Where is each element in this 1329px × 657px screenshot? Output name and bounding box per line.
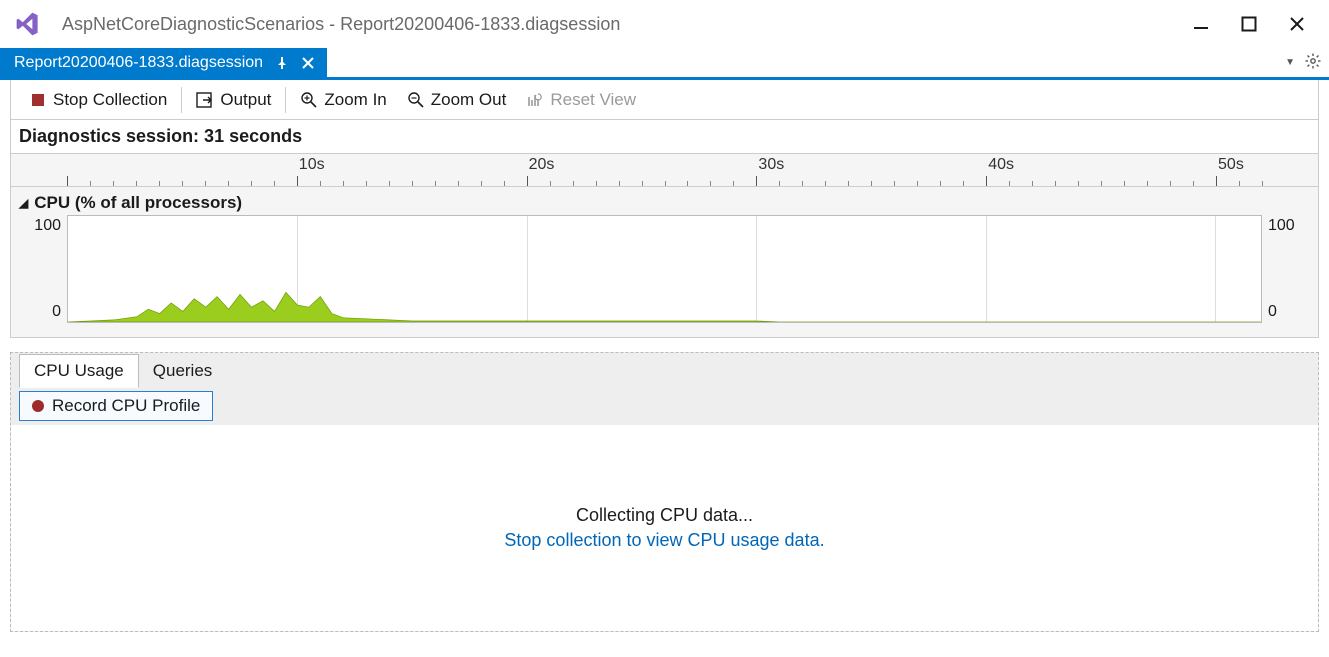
zoom-out-button[interactable]: Zoom Out [397, 86, 517, 114]
zoom-out-icon [407, 91, 425, 109]
window-titlebar: AspNetCoreDiagnosticScenarios - Report20… [0, 0, 1329, 48]
cpu-chart-plot[interactable] [67, 215, 1262, 323]
y-axis-max: 100 [34, 217, 61, 235]
tab-cpu-usage[interactable]: CPU Usage [19, 354, 139, 388]
tab-row-tools: ▼ [1285, 48, 1329, 77]
record-icon [32, 400, 44, 412]
record-bar: Record CPU Profile [11, 387, 1318, 425]
document-tab-row: Report20200406-1833.diagsession ▼ [0, 48, 1329, 80]
minimize-button[interactable] [1191, 14, 1211, 34]
zoom-in-label: Zoom In [324, 90, 386, 110]
output-button[interactable]: Output [186, 86, 281, 114]
ruler-label: 10s [299, 156, 325, 174]
window-title: AspNetCoreDiagnosticScenarios - Report20… [62, 14, 1191, 35]
profiler-toolbar: Stop Collection Output Zoom In Zoom Out … [10, 80, 1319, 120]
document-tab[interactable]: Report20200406-1833.diagsession [0, 48, 327, 77]
record-cpu-profile-button[interactable]: Record CPU Profile [19, 391, 213, 421]
close-button[interactable] [1287, 14, 1307, 34]
output-label: Output [220, 90, 271, 110]
session-duration-label: Diagnostics session: 31 seconds [10, 120, 1319, 153]
document-tab-label: Report20200406-1833.diagsession [14, 54, 263, 72]
reset-view-label: Reset View [550, 90, 636, 110]
timeline-ruler[interactable]: 10s 20s 30s 40s 50s [10, 153, 1319, 187]
details-panel: CPU Usage Queries Record CPU Profile Col… [10, 352, 1319, 632]
zoom-in-button[interactable]: Zoom In [290, 86, 396, 114]
ruler-label: 20s [529, 156, 555, 174]
zoom-in-icon [300, 91, 318, 109]
visual-studio-icon [14, 9, 44, 39]
cpu-usage-content: Collecting CPU data... Stop collection t… [11, 425, 1318, 631]
cpu-chart-panel: ◢ CPU (% of all processors) 100 0 100 0 [10, 187, 1319, 338]
collecting-status-text: Collecting CPU data... [576, 505, 753, 526]
toolbar-separator [285, 87, 286, 113]
tab-settings-icon[interactable] [1305, 53, 1321, 72]
tab-overflow-icon[interactable]: ▼ [1285, 57, 1295, 68]
ruler-label: 50s [1218, 156, 1244, 174]
y-axis-right: 100 0 [1262, 215, 1310, 323]
cpu-chart-header[interactable]: ◢ CPU (% of all processors) [11, 193, 1318, 213]
output-icon [196, 91, 214, 109]
toolbar-separator [181, 87, 182, 113]
zoom-out-label: Zoom Out [431, 90, 507, 110]
stop-collection-link[interactable]: Stop collection to view CPU usage data. [504, 530, 824, 551]
y-axis-min: 0 [52, 303, 61, 321]
collapse-icon: ◢ [19, 196, 28, 210]
stop-collection-label: Stop Collection [53, 90, 167, 110]
y-axis-max-right: 100 [1268, 217, 1295, 235]
window-controls [1191, 14, 1317, 34]
cpu-chart-title: CPU (% of all processors) [34, 193, 242, 213]
maximize-button[interactable] [1239, 14, 1259, 34]
y-axis-min-right: 0 [1268, 303, 1277, 321]
ruler-label: 30s [758, 156, 784, 174]
close-tab-icon[interactable] [301, 56, 315, 70]
ruler-label: 40s [988, 156, 1014, 174]
reset-view-icon [526, 91, 544, 109]
stop-collection-button[interactable]: Stop Collection [19, 86, 177, 114]
details-tabs: CPU Usage Queries [11, 353, 1318, 387]
tab-queries[interactable]: Queries [139, 355, 227, 387]
stop-icon [29, 91, 47, 109]
reset-view-button[interactable]: Reset View [516, 86, 646, 114]
y-axis-left: 100 0 [19, 215, 67, 323]
pin-icon[interactable] [275, 56, 289, 70]
record-cpu-profile-label: Record CPU Profile [52, 396, 200, 416]
